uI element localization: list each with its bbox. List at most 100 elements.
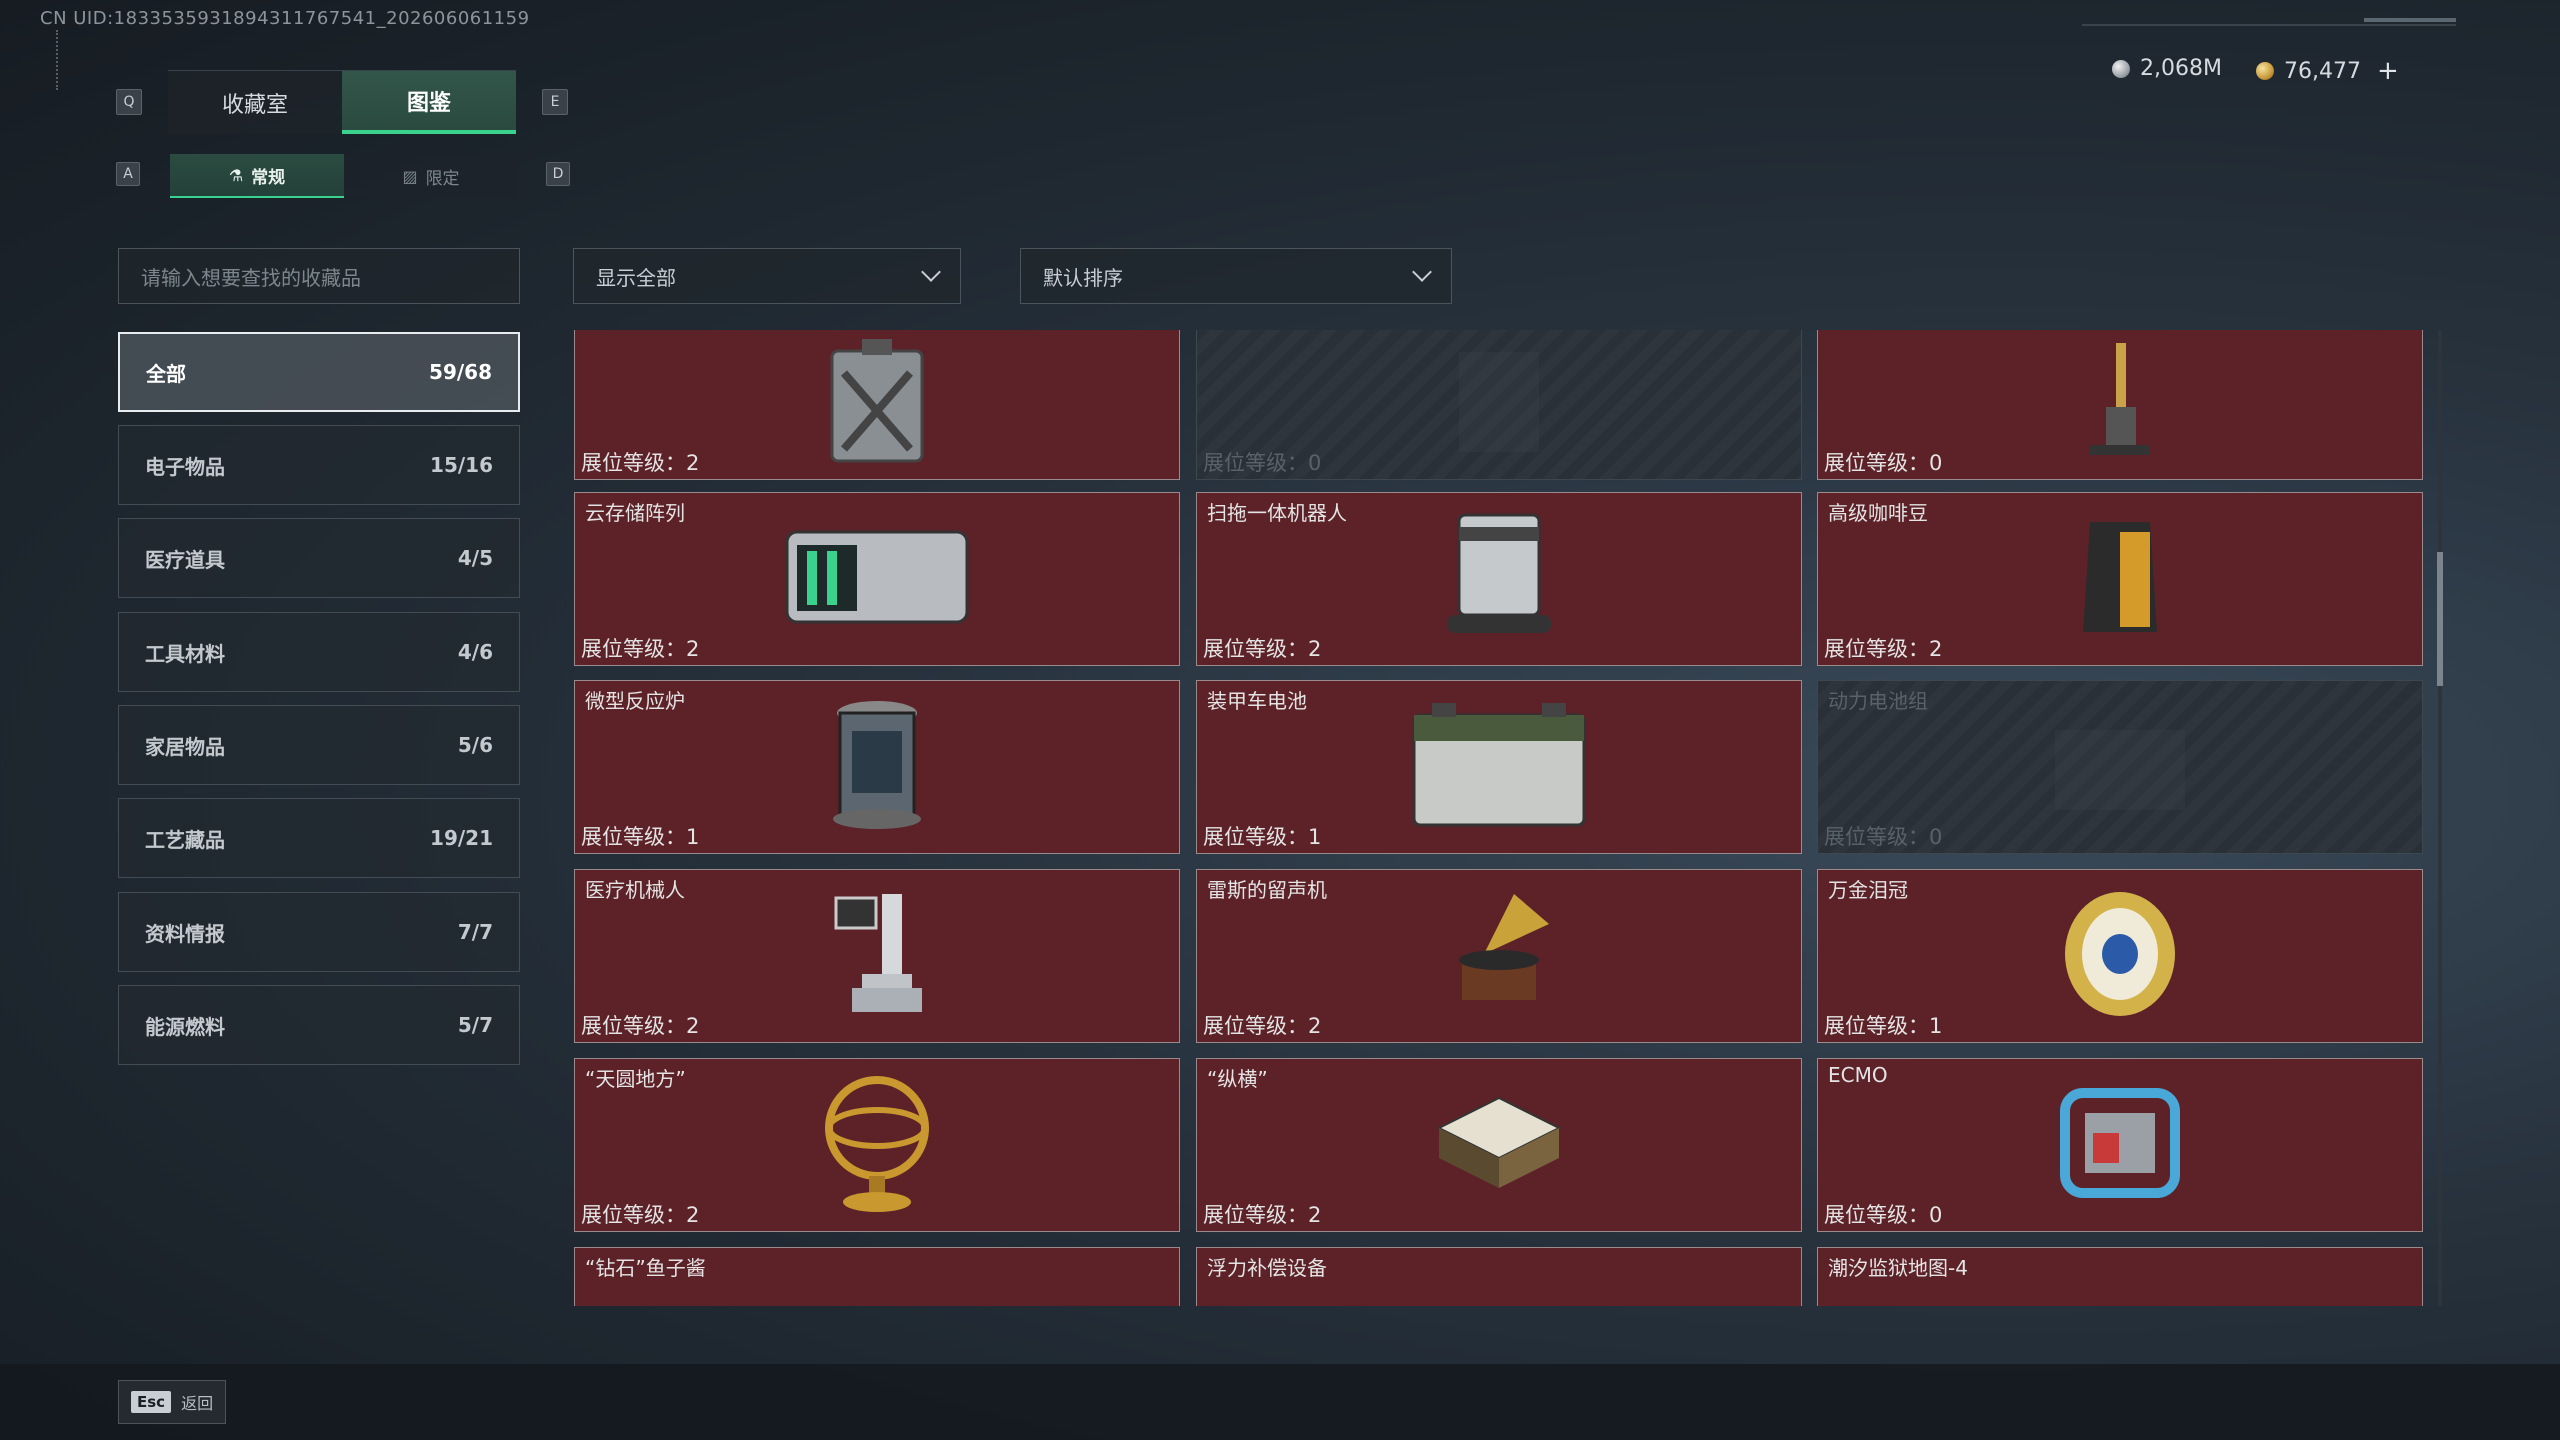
tab-limited[interactable]: ▨ 限定 — [344, 154, 518, 198]
category-label: 全部 — [146, 361, 186, 386]
collection-item-card[interactable]: 展位等级：0 — [1196, 330, 1802, 480]
category-count: 59/68 — [429, 360, 492, 384]
category-all[interactable]: 全部 59/68 — [118, 332, 520, 412]
medical-robot-icon — [822, 884, 932, 1028]
item-name: 云存储阵列 — [585, 501, 685, 525]
collection-item-card[interactable]: 高级咖啡豆 展位等级：2 — [1817, 492, 2423, 666]
coffee-bag-icon — [2075, 512, 2165, 646]
tab-regular[interactable]: ⚗ 常规 — [170, 154, 344, 198]
collection-item-card[interactable]: 动力电池组 展位等级：0 — [1817, 680, 2423, 854]
collection-item-card[interactable]: 展位等级：0 — [1817, 330, 2423, 480]
category-count: 4/6 — [457, 640, 493, 664]
item-name: 动力电池组 — [1828, 689, 1928, 713]
item-name: 微型反应炉 — [585, 689, 685, 713]
item-display-level: 展位等级：2 — [581, 637, 700, 661]
silver-amount: 2,068M — [2140, 56, 2222, 81]
back-label: 返回 — [181, 1394, 214, 1413]
collection-item-card[interactable]: “纵横” 展位等级：2 — [1196, 1058, 1802, 1232]
collection-item-card[interactable]: 展位等级：2 — [574, 330, 1180, 480]
item-grid: 展位等级：2 展位等级：0 展位等级：0 云存储阵列 展位等级：2 扫拖一体机器人 展位等级… — [574, 330, 2426, 1306]
item-display-level: 展位等级：1 — [1824, 1014, 1943, 1038]
top-divider — [2082, 24, 2456, 26]
armillary-sphere-icon — [817, 1068, 937, 1222]
item-name: 雷斯的留声机 — [1207, 878, 1327, 902]
chevron-down-icon — [921, 262, 941, 282]
key-hint-e[interactable]: E — [542, 89, 568, 115]
category-tools[interactable]: 工具材料 4/6 — [118, 612, 520, 692]
category-label: 医疗道具 — [145, 547, 225, 572]
category-label: 家居物品 — [145, 734, 225, 759]
chess-box-icon — [1429, 1088, 1569, 1202]
item-name: 浮力补偿设备 — [1207, 1256, 1327, 1280]
category-medical[interactable]: 医疗道具 4/5 — [118, 518, 520, 598]
item-name: 潮汐监狱地图-4 — [1828, 1256, 1968, 1280]
item-name: “天圆地方” — [585, 1067, 686, 1091]
search-input[interactable]: 请输入想要查找的收藏品 — [118, 248, 520, 304]
item-name: ECMO — [1828, 1063, 1888, 1087]
tab-collection-room[interactable]: 收藏室 — [168, 70, 342, 134]
category-count: 7/7 — [457, 920, 493, 944]
sort-dropdown-label: 默认排序 — [1043, 265, 1123, 290]
category-count: 5/7 — [457, 1013, 493, 1037]
add-currency-button[interactable]: + — [2377, 56, 2399, 86]
item-display-level: 展位等级：2 — [1203, 637, 1322, 661]
category-label: 能源燃料 — [145, 1014, 225, 1039]
category-fuel[interactable]: 能源燃料 5/7 — [118, 985, 520, 1065]
category-intel[interactable]: 资料情报 7/7 — [118, 892, 520, 972]
collection-item-card[interactable]: ECMO 展位等级：0 — [1817, 1058, 2423, 1232]
item-display-level: 展位等级：1 — [581, 825, 700, 849]
collection-item-card[interactable]: 扫拖一体机器人 展位等级：2 — [1196, 492, 1802, 666]
reactor-icon — [822, 695, 932, 839]
jeweled-egg-icon — [2055, 884, 2185, 1028]
category-label: 电子物品 — [145, 454, 225, 479]
category-count: 15/16 — [430, 453, 493, 477]
battery-icon — [1404, 695, 1594, 839]
tab-regular-label: 常规 — [251, 167, 286, 188]
item-name: 医疗机械人 — [585, 878, 685, 902]
item-display-level: 展位等级：2 — [581, 1203, 700, 1227]
collection-item-card[interactable]: 云存储阵列展位等级：2 — [574, 492, 1180, 666]
collection-item-card[interactable]: “钻石”鱼子酱 — [574, 1247, 1180, 1306]
chevron-down-icon — [1412, 262, 1432, 282]
collection-item-card[interactable]: 浮力补偿设备 — [1196, 1247, 1802, 1306]
collection-item-card[interactable]: 医疗机械人展位等级：2 — [574, 869, 1180, 1043]
category-crafts[interactable]: 工艺藏品 19/21 — [118, 798, 520, 878]
back-button[interactable]: Esc 返回 — [118, 1380, 226, 1424]
item-name: 万金泪冠 — [1828, 878, 1908, 902]
collection-item-card[interactable]: “天圆地方” 展位等级：2 — [574, 1058, 1180, 1232]
item-display-level: 展位等级：1 — [1203, 825, 1322, 849]
item-display-level: 展位等级：2 — [1203, 1014, 1322, 1038]
floor-washer-icon — [2080, 337, 2160, 471]
collection-item-card[interactable]: 雷斯的留声机展位等级：2 — [1196, 869, 1802, 1043]
item-display-level: 展位等级：0 — [1824, 451, 1943, 475]
filter-dropdown-label: 显示全部 — [596, 265, 676, 290]
item-display-level: 展位等级：2 — [1203, 1203, 1322, 1227]
key-hint-a[interactable]: A — [116, 162, 140, 186]
ecmo-icon — [2045, 1073, 2195, 1217]
category-household[interactable]: 家居物品 5/6 — [118, 705, 520, 785]
uid-label: CN UID:1833535931894311767541_2026060611… — [40, 8, 530, 29]
category-count: 4/5 — [457, 546, 493, 570]
jerrycan-icon — [822, 337, 932, 471]
category-electronics[interactable]: 电子物品 15/16 — [118, 425, 520, 505]
tab-catalog[interactable]: 图鉴 — [342, 70, 516, 134]
key-hint-q[interactable]: Q — [116, 89, 142, 115]
gold-coin-icon — [2256, 62, 2274, 80]
item-display-level: 展位等级：2 — [581, 1014, 700, 1038]
collection-item-card[interactable]: 装甲车电池 展位等级：1 — [1196, 680, 1802, 854]
picture-icon: ▨ — [402, 166, 418, 186]
item-name: “纵横” — [1207, 1067, 1268, 1091]
collection-item-card[interactable]: 微型反应炉展位等级：1 — [574, 680, 1180, 854]
filter-dropdown[interactable]: 显示全部 — [573, 248, 961, 304]
key-hint-d[interactable]: D — [546, 162, 570, 186]
collection-item-card[interactable]: 潮汐监狱地图-4 — [1817, 1247, 2423, 1306]
bottom-bar — [0, 1364, 2560, 1440]
decorative-line — [56, 30, 64, 90]
category-count: 19/21 — [430, 826, 493, 850]
tab-limited-label: 限定 — [425, 168, 460, 189]
top-divider-accent — [2364, 18, 2456, 22]
sub-tabs: ⚗ 常规 ▨ 限定 — [170, 154, 518, 198]
collection-item-card[interactable]: 万金泪冠展位等级：1 — [1817, 869, 2423, 1043]
grid-scrollbar-thumb[interactable] — [2437, 552, 2443, 686]
sort-dropdown[interactable]: 默认排序 — [1020, 248, 1452, 304]
